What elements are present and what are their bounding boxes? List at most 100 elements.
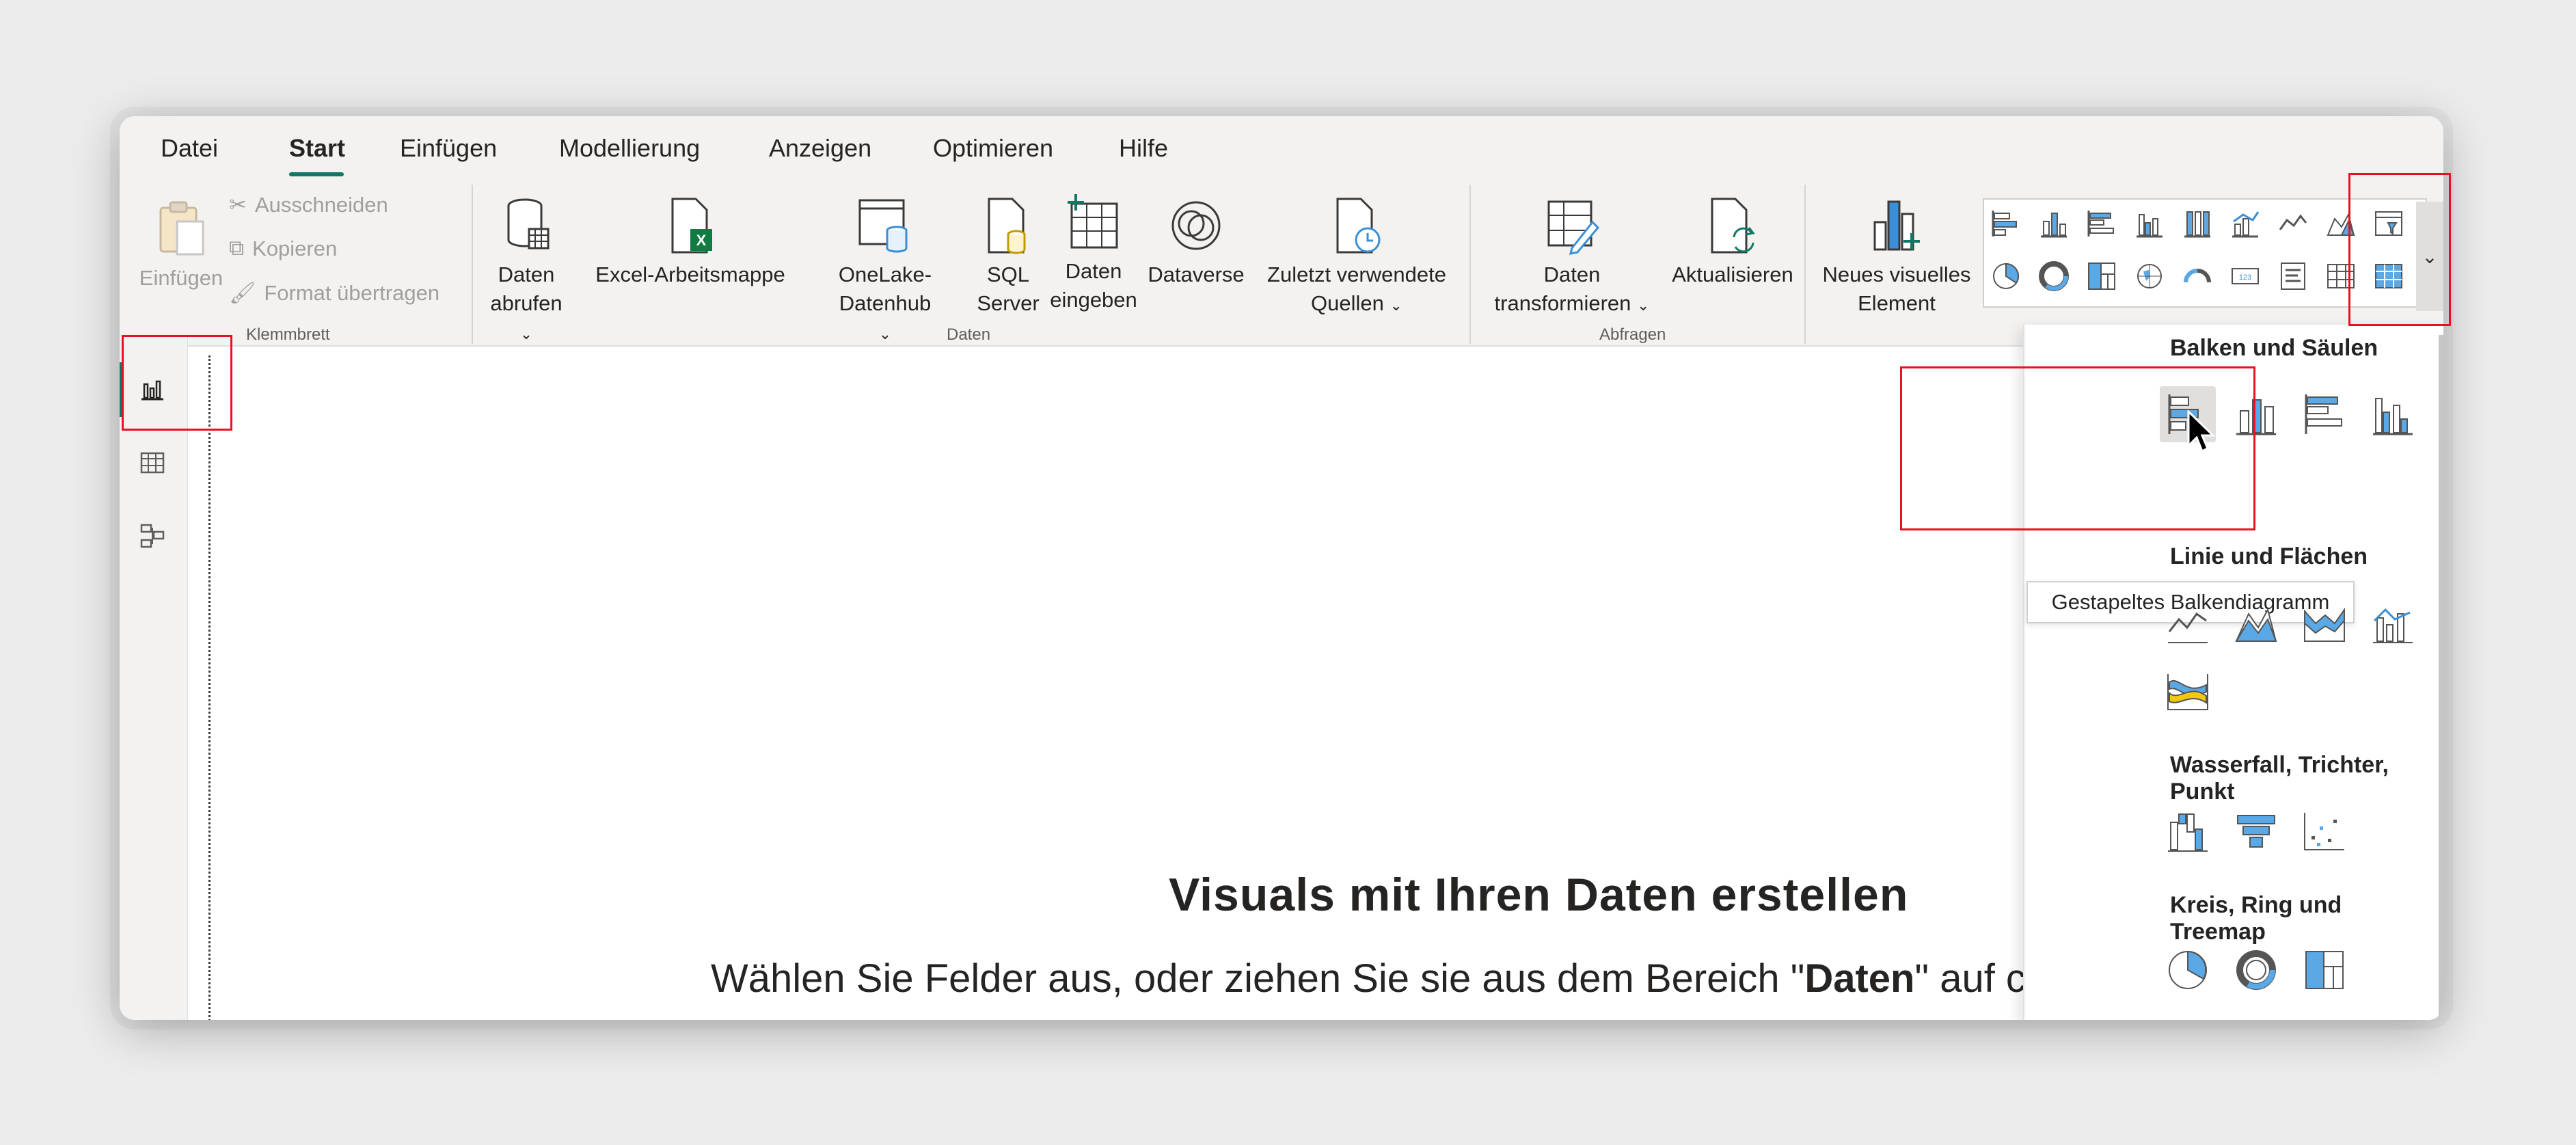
waterfall-chart-option[interactable] bbox=[2160, 803, 2216, 859]
table-plus-icon bbox=[1068, 194, 1118, 249]
scatter-chart-option[interactable] bbox=[2296, 803, 2353, 859]
table-view-button[interactable] bbox=[125, 435, 180, 490]
dataverse-icon bbox=[1171, 201, 1221, 250]
category-waterfall-funnel-scatter: Wasserfall, Trichter, Punkt bbox=[2170, 752, 2389, 805]
line-clustered-column-option[interactable] bbox=[2365, 595, 2421, 651]
ribbon-tabs: Datei Start Einfügen Modellierung Anzeig… bbox=[120, 116, 2443, 179]
gallery-expand-button[interactable]: ⌄ bbox=[2416, 202, 2443, 311]
gallery-multirow-card-icon[interactable] bbox=[2273, 256, 2314, 297]
cut-button[interactable]: ✂ Ausschneiden bbox=[229, 193, 388, 217]
ribbon-chart-option[interactable] bbox=[2160, 663, 2216, 719]
new-visual-label-2: Element bbox=[1858, 291, 1936, 315]
table-view-icon bbox=[140, 452, 165, 474]
gallery-slicer-icon[interactable] bbox=[2368, 203, 2409, 244]
stacked-area-chart-option[interactable] bbox=[2296, 595, 2353, 651]
get-data-label-2: abrufen bbox=[490, 291, 562, 315]
clustered-bar-chart-option[interactable] bbox=[2296, 386, 2353, 442]
svg-text:123: 123 bbox=[2239, 273, 2251, 282]
group-label-queries: Abfragen bbox=[1599, 325, 1666, 344]
gallery-pie-icon[interactable] bbox=[1985, 256, 2026, 297]
copy-button[interactable]: ⧉ Kopieren bbox=[229, 236, 337, 261]
donut-chart-option[interactable] bbox=[2228, 942, 2284, 998]
dataverse-button[interactable]: Dataverse bbox=[1141, 195, 1251, 289]
clustered-column-icon bbox=[2373, 398, 2413, 435]
group-label-clipboard: Klemmbrett bbox=[246, 325, 330, 344]
clustered-column-chart-option[interactable] bbox=[2365, 386, 2421, 442]
gallery-treemap-icon[interactable] bbox=[2081, 256, 2122, 297]
transform-data-icon bbox=[1547, 200, 1600, 255]
enter-data-button[interactable]: Daten eingeben bbox=[1049, 191, 1138, 314]
gallery-line-chart-icon[interactable] bbox=[2273, 203, 2314, 244]
scissors-icon: ✂ bbox=[229, 193, 247, 217]
format-painter-button[interactable]: 🖌 Format übertragen bbox=[229, 280, 439, 306]
subtitle-text-bold: Daten bbox=[1804, 956, 1915, 1001]
paste-button[interactable]: Einfügen bbox=[137, 198, 226, 293]
tab-einfuegen[interactable]: Einfügen bbox=[400, 134, 497, 163]
enter-data-label-1: Daten bbox=[1065, 259, 1122, 283]
tab-modellierung[interactable]: Modellierung bbox=[559, 134, 700, 163]
tab-hilfe[interactable]: Hilfe bbox=[1119, 134, 1168, 163]
new-visual-button[interactable]: Neues visuelles Element bbox=[1815, 195, 1979, 318]
tab-start[interactable]: Start bbox=[289, 134, 345, 163]
dataverse-label: Dataverse bbox=[1148, 262, 1245, 286]
stacked-column-chart-option[interactable] bbox=[2228, 386, 2284, 442]
gallery-stacked-bar-icon[interactable] bbox=[1985, 203, 2026, 244]
gallery-100-column-icon[interactable] bbox=[2177, 203, 2218, 244]
recent-sources-button[interactable]: Zuletzt verwendete Quellen ⌄ bbox=[1258, 195, 1456, 320]
get-data-label-1: Daten bbox=[498, 262, 555, 286]
category-pie-donut-treemap: Kreis, Ring und Treemap bbox=[2170, 892, 2342, 945]
treemap-option[interactable] bbox=[2296, 942, 2353, 998]
sql-label-1: SQL bbox=[986, 262, 1030, 286]
gallery-area-chart-icon[interactable] bbox=[2320, 203, 2361, 244]
group-divider bbox=[1804, 185, 1806, 344]
group-label-data: Daten bbox=[947, 325, 991, 344]
line-chart-option[interactable] bbox=[2160, 595, 2216, 651]
sql-server-icon bbox=[988, 198, 1026, 254]
canvas-empty-subtitle: Wählen Sie Felder aus, oder ziehen Sie s… bbox=[711, 956, 2081, 1001]
clustered-bar-icon bbox=[2305, 394, 2342, 434]
gallery-clustered-bar-icon[interactable] bbox=[2081, 203, 2122, 244]
excel-workbook-button[interactable]: X Excel-Arbeitsmappe bbox=[591, 195, 789, 289]
active-tab-indicator bbox=[289, 172, 344, 176]
gallery-card-icon[interactable]: 123 bbox=[2225, 256, 2266, 297]
gallery-map-icon[interactable] bbox=[2129, 256, 2170, 297]
transform-data-button[interactable]: Daten transformieren ⌄ bbox=[1476, 195, 1668, 320]
get-data-button[interactable]: Daten abrufen ⌄ bbox=[482, 195, 571, 349]
tab-anzeigen[interactable]: Anzeigen bbox=[769, 134, 871, 163]
funnel-chart-option[interactable] bbox=[2228, 803, 2284, 859]
recent-file-icon bbox=[1336, 198, 1381, 254]
report-view-button[interactable] bbox=[125, 362, 180, 417]
pie-chart-option[interactable] bbox=[2160, 942, 2216, 998]
sql-server-button[interactable]: SQL Server bbox=[971, 195, 1046, 318]
funnel-icon bbox=[2237, 815, 2275, 848]
group-divider bbox=[1469, 185, 1471, 344]
refresh-button[interactable]: Aktualisieren bbox=[1654, 195, 1811, 289]
gallery-stacked-column-icon[interactable] bbox=[2033, 203, 2074, 244]
gallery-clustered-column-icon[interactable] bbox=[2129, 203, 2170, 244]
chevron-down-icon: ⌄ bbox=[1637, 297, 1650, 314]
line-chart-icon bbox=[2168, 612, 2208, 643]
tab-datei[interactable]: Datei bbox=[161, 134, 218, 163]
sql-label-2: Server bbox=[977, 291, 1040, 315]
copy-icon: ⧉ bbox=[229, 236, 245, 260]
tab-optimieren[interactable]: Optimieren bbox=[933, 134, 1053, 163]
gallery-gauge-icon[interactable] bbox=[2177, 256, 2218, 297]
active-view-indicator bbox=[120, 362, 124, 417]
waterfall-icon bbox=[2168, 813, 2208, 852]
paintbrush-icon: 🖌 bbox=[229, 281, 256, 305]
recent-label-2: Quellen bbox=[1311, 291, 1384, 315]
canvas-left-boundary bbox=[208, 355, 211, 1020]
model-view-icon bbox=[140, 524, 165, 548]
gallery-line-column-icon[interactable] bbox=[2225, 203, 2266, 244]
enter-data-label-2: eingeben bbox=[1050, 288, 1137, 312]
gallery-donut-icon[interactable] bbox=[2033, 256, 2074, 297]
report-view-icon bbox=[141, 380, 163, 401]
clipboard-icon bbox=[159, 201, 204, 256]
recent-label-1: Zuletzt verwendete bbox=[1267, 262, 1446, 286]
area-chart-option[interactable] bbox=[2228, 595, 2284, 651]
onelake-label: OneLake-Datenhub bbox=[838, 262, 932, 315]
gallery-table-icon[interactable] bbox=[2320, 256, 2361, 297]
mouse-cursor-icon bbox=[2187, 410, 2216, 453]
model-view-button[interactable] bbox=[125, 509, 180, 563]
gallery-matrix-icon[interactable] bbox=[2368, 256, 2409, 297]
